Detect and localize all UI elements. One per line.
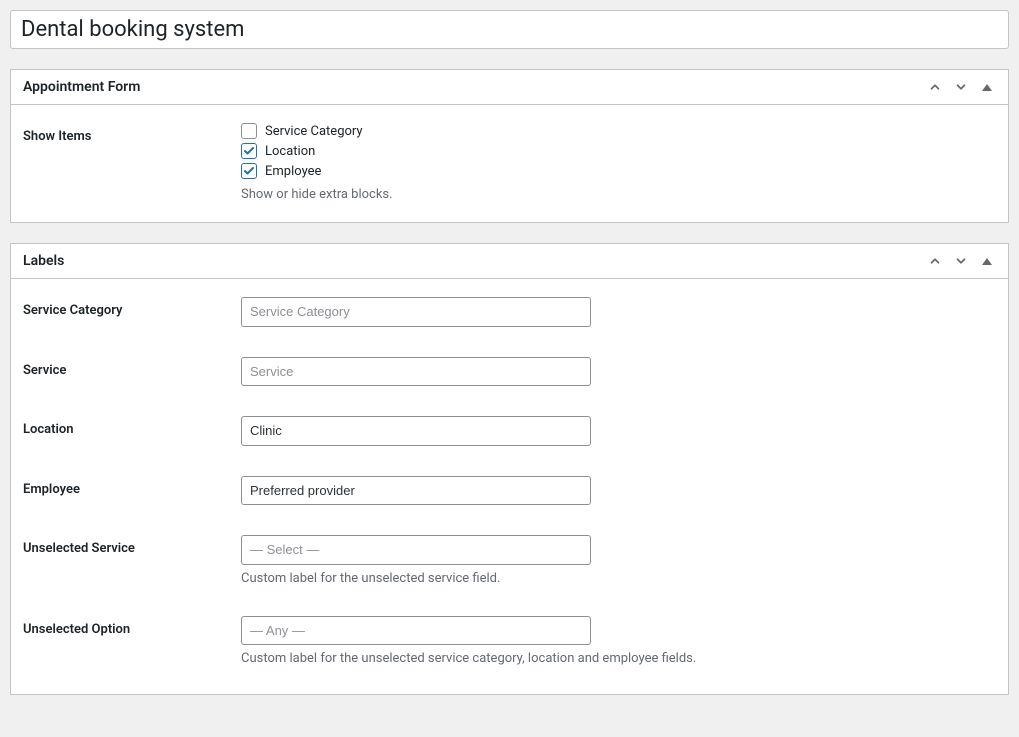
panel-header: Appointment Form [11,70,1008,105]
location-input[interactable] [241,416,591,446]
employee-field [241,476,591,506]
unselected-option-input[interactable] [241,616,591,646]
unselected-option-help: Custom label for the unselected service … [241,651,696,666]
chevron-up-icon[interactable] [926,252,944,270]
service-input[interactable] [241,357,591,387]
panel-body: Service Category Service Location Employ… [11,279,1008,694]
panel-controls [926,78,996,96]
unselected-service-help: Custom label for the unselected service … [241,571,591,586]
service-label: Service [23,357,241,378]
employee-label: Employee [23,476,241,497]
service-category-input[interactable] [241,297,591,327]
page-title[interactable]: Dental booking system [21,15,998,44]
checkbox-label-location: Location [265,144,315,159]
unselected-option-field: Custom label for the unselected service … [241,616,696,667]
location-label: Location [23,416,241,437]
unselected-service-field: Custom label for the unselected service … [241,535,591,586]
service-field [241,357,591,387]
collapse-toggle-icon[interactable] [978,78,996,96]
chevron-down-icon[interactable] [952,252,970,270]
checkbox-location[interactable] [241,143,257,159]
unselected-option-label: Unselected Option [23,616,241,637]
service-category-row: Service Category [23,297,996,327]
panel-header: Labels [11,244,1008,279]
show-items-row: Show Items Service Category Location [23,123,996,202]
panel-controls [926,252,996,270]
checkbox-item-location: Location [241,143,393,159]
panel-title-labels: Labels [23,253,64,269]
appointment-form-panel: Appointment Form Show Items Service Cate… [10,69,1009,223]
unselected-service-input[interactable] [241,535,591,565]
location-field [241,416,591,446]
show-items-label: Show Items [23,123,241,144]
employee-row: Employee [23,476,996,506]
checkbox-service-category[interactable] [241,123,257,139]
service-row: Service [23,357,996,387]
checkbox-item-employee: Employee [241,163,393,179]
checkbox-list: Service Category Location Employee [241,123,393,179]
employee-input[interactable] [241,476,591,506]
location-row: Location [23,416,996,446]
panel-body: Show Items Service Category Location [11,105,1008,222]
panel-title-appointment-form: Appointment Form [23,79,140,95]
checkbox-label-service-category: Service Category [265,124,363,139]
unselected-service-label: Unselected Service [23,535,241,556]
show-items-field: Service Category Location Employee [241,123,393,202]
chevron-down-icon[interactable] [952,78,970,96]
unselected-service-row: Unselected Service Custom label for the … [23,535,996,586]
labels-panel: Labels Service Category Service [10,243,1009,695]
page-title-container: Dental booking system [10,10,1009,49]
service-category-label: Service Category [23,297,241,318]
collapse-toggle-icon[interactable] [978,252,996,270]
unselected-option-row: Unselected Option Custom label for the u… [23,616,996,667]
service-category-field [241,297,591,327]
checkbox-label-employee: Employee [265,164,321,179]
checkbox-employee[interactable] [241,163,257,179]
checkbox-item-service-category: Service Category [241,123,393,139]
chevron-up-icon[interactable] [926,78,944,96]
show-items-help: Show or hide extra blocks. [241,187,393,202]
